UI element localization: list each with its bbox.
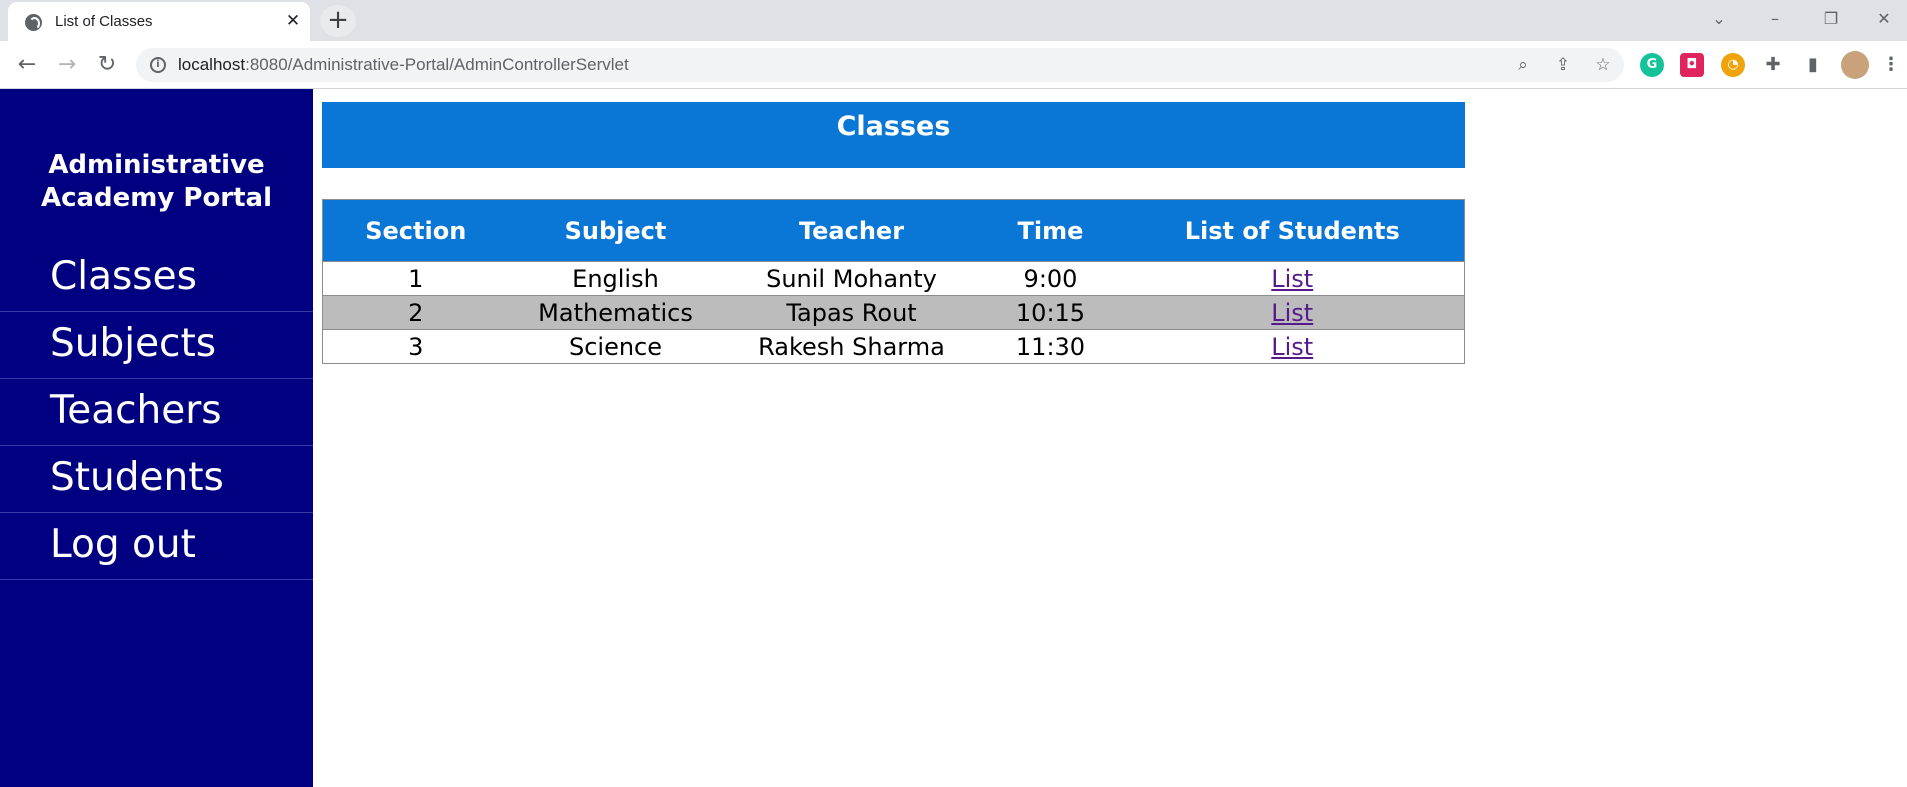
sidebar-item-teachers[interactable]: Teachers xyxy=(0,379,313,446)
new-tab-button[interactable]: + xyxy=(320,5,356,37)
table-row: 1 English Sunil Mohanty 9:00 List xyxy=(322,261,1465,296)
column-header-list-of-students: List of Students xyxy=(1120,199,1465,262)
sidebar-item-classes[interactable]: Classes xyxy=(0,245,313,312)
column-header-teacher: Teacher xyxy=(722,199,981,262)
cell-list: List xyxy=(1120,261,1465,296)
globe-icon xyxy=(25,14,42,31)
back-arrow-icon[interactable]: ← xyxy=(10,48,44,82)
sidebar-item-subjects[interactable]: Subjects xyxy=(0,312,313,379)
cell-subject: Science xyxy=(508,329,723,364)
info-icon[interactable]: i xyxy=(150,57,166,73)
address-bar[interactable]: i localhost:8080/Administrative-Portal/A… xyxy=(136,48,1624,82)
page-title: Classes xyxy=(836,111,951,142)
side-panel-icon[interactable]: ▮ xyxy=(1801,53,1825,77)
minimize-button[interactable]: – xyxy=(1752,6,1798,32)
cell-teacher: Sunil Mohanty xyxy=(722,261,981,296)
column-header-section: Section xyxy=(322,199,509,262)
column-header-subject: Subject xyxy=(508,199,723,262)
url-text[interactable]: localhost:8080/Administrative-Portal/Adm… xyxy=(178,55,629,75)
grammarly-extension-icon[interactable]: G xyxy=(1640,53,1664,77)
cell-subject: English xyxy=(508,261,723,296)
star-icon[interactable]: ☆ xyxy=(1590,52,1616,78)
cell-teacher: Tapas Rout xyxy=(722,295,981,330)
brand-line-2: Academy Portal xyxy=(40,183,273,213)
sidebar-item-logout[interactable]: Log out xyxy=(0,513,313,580)
portal-brand: Administrative Academy Portal xyxy=(0,149,313,215)
cell-section: 1 xyxy=(322,261,509,296)
cell-list: List xyxy=(1120,295,1465,330)
avatar[interactable] xyxy=(1841,51,1869,79)
browser-tab-strip: List of Classes ✕ + ⌄ – ❐ ✕ xyxy=(0,0,1907,41)
reload-icon[interactable]: ↻ xyxy=(90,48,124,82)
column-header-time: Time xyxy=(980,199,1121,262)
cell-list: List xyxy=(1120,329,1465,364)
browser-tab[interactable]: List of Classes ✕ xyxy=(8,2,310,41)
table-header-row: Section Subject Teacher Time List of Stu… xyxy=(322,199,1465,262)
browser-toolbar: ← → ↻ i localhost:8080/Administrative-Po… xyxy=(0,41,1907,89)
tab-search-chevron-icon[interactable]: ⌄ xyxy=(1696,6,1742,32)
cell-time: 9:00 xyxy=(980,261,1121,296)
page-title-bar: Classes xyxy=(322,102,1465,168)
table-row: 3 Science Rakesh Sharma 11:30 List xyxy=(322,329,1465,364)
extension-icon-gauge[interactable]: ◔ xyxy=(1721,53,1745,77)
cell-time: 10:15 xyxy=(980,295,1121,330)
student-list-link[interactable]: List xyxy=(1271,265,1313,293)
cell-teacher: Rakesh Sharma xyxy=(722,329,981,364)
sidebar: Administrative Academy Portal Classes Su… xyxy=(0,89,313,787)
sidebar-nav: Classes Subjects Teachers Students Log o… xyxy=(0,245,313,580)
restore-button[interactable]: ❐ xyxy=(1808,6,1854,32)
forward-arrow-icon[interactable]: → xyxy=(50,48,84,82)
student-list-link[interactable]: List xyxy=(1271,333,1313,361)
brand-line-1: Administrative xyxy=(48,150,265,180)
cell-subject: Mathematics xyxy=(508,295,723,330)
window-close-button[interactable]: ✕ xyxy=(1861,6,1907,32)
cell-time: 11:30 xyxy=(980,329,1121,364)
zoom-icon[interactable]: ⌕ xyxy=(1510,52,1536,78)
tab-title: List of Classes xyxy=(55,13,153,30)
close-icon[interactable]: ✕ xyxy=(282,10,304,32)
sidebar-item-students[interactable]: Students xyxy=(0,446,313,513)
table-row: 2 Mathematics Tapas Rout 10:15 List xyxy=(322,295,1465,330)
extension-icon-red[interactable]: ◘ xyxy=(1680,53,1704,77)
classes-table: Section Subject Teacher Time List of Stu… xyxy=(322,199,1465,364)
kebab-menu-icon[interactable]: ⋮ xyxy=(1882,53,1900,77)
share-icon[interactable]: ⇪ xyxy=(1550,52,1576,78)
cell-section: 3 xyxy=(322,329,509,364)
puzzle-icon[interactable]: ✚ xyxy=(1761,53,1785,77)
cell-section: 2 xyxy=(322,295,509,330)
student-list-link[interactable]: List xyxy=(1271,299,1313,327)
